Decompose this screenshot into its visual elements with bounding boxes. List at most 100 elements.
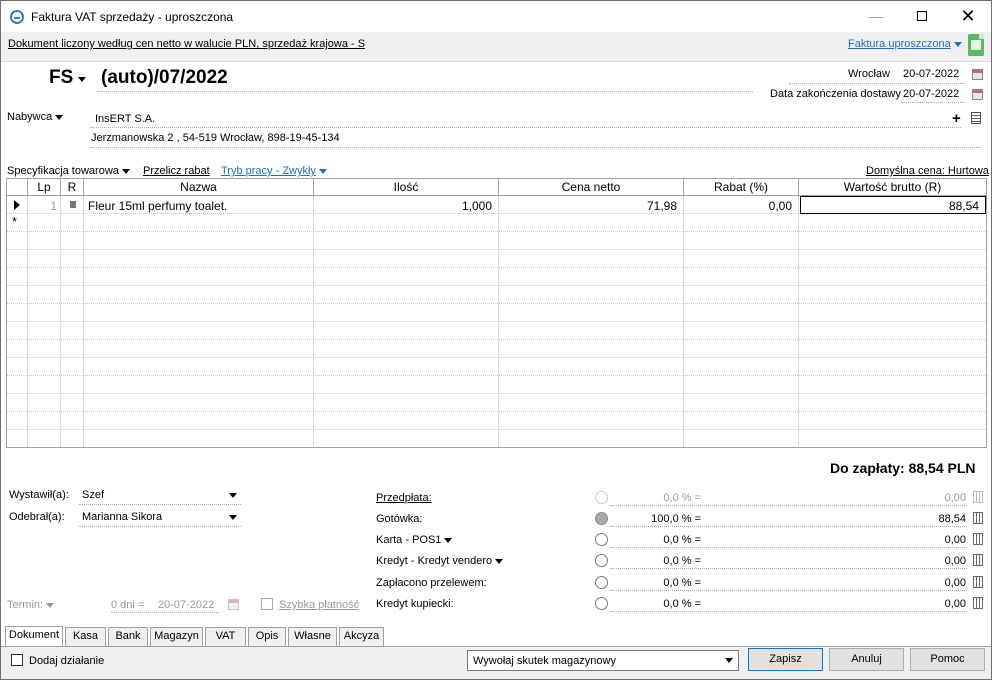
- column-header-qty[interactable]: Ilość: [314, 179, 499, 196]
- invoice-window: Faktura VAT sprzedaży - uproszczona — ✕ …: [0, 0, 992, 680]
- cash-radio[interactable]: [595, 512, 608, 525]
- divider: [611, 547, 967, 548]
- issue-date-field[interactable]: 20-07-2022: [903, 68, 959, 80]
- column-header-gross[interactable]: Wartość brutto (R): [799, 179, 986, 196]
- add-action-label[interactable]: Dodaj działanie: [29, 655, 104, 667]
- divider: [111, 612, 219, 613]
- recalc-discount-link[interactable]: Przelicz rabat: [143, 165, 210, 177]
- add-action-checkbox[interactable]: [11, 654, 23, 666]
- chevron-down-icon: [46, 602, 55, 608]
- calculator-icon[interactable]: [973, 533, 983, 545]
- chevron-down-icon[interactable]: [78, 77, 86, 82]
- cell-gross[interactable]: 88,54: [799, 199, 979, 213]
- term-date[interactable]: 20-07-2022: [158, 599, 214, 611]
- default-price-link[interactable]: Domyślna cena: Hurtowa: [866, 165, 989, 177]
- spec-dropdown[interactable]: Specyfikacja towarowa: [7, 165, 130, 177]
- calculation-mode-link[interactable]: Dokument liczony według cen netto w walu…: [8, 38, 365, 50]
- delivery-date-field[interactable]: 20-07-2022: [903, 88, 959, 100]
- tab-vat[interactable]: VAT: [205, 627, 246, 646]
- divider: [611, 526, 967, 527]
- info-bar: Dokument liczony według cen netto w walu…: [1, 32, 991, 62]
- maximize-button[interactable]: [899, 1, 945, 32]
- tab-bank[interactable]: Bank: [108, 627, 148, 646]
- tab-akcyza[interactable]: Akcyza: [339, 627, 384, 646]
- transfer-pct[interactable]: 0,0 % =: [611, 577, 701, 589]
- quick-payment-label[interactable]: Szybka płatność: [279, 599, 359, 611]
- cell-discount[interactable]: 0,00: [684, 199, 792, 213]
- prepayment-pct[interactable]: 0,0 % =: [611, 492, 701, 504]
- tab-dokument[interactable]: Dokument: [5, 626, 63, 647]
- card-radio[interactable]: [595, 533, 608, 546]
- save-button[interactable]: Zapisz: [748, 648, 823, 671]
- excel-icon[interactable]: [968, 34, 984, 56]
- warehouse-effect-select[interactable]: Wywołaj skutek magazynowy: [467, 650, 739, 671]
- add-icon[interactable]: +: [952, 110, 961, 127]
- credit-radio[interactable]: [595, 554, 608, 567]
- close-button[interactable]: ✕: [945, 1, 991, 32]
- tab-wlasne[interactable]: Własne: [288, 627, 337, 646]
- column-header-r[interactable]: R: [61, 179, 84, 196]
- table-row: [7, 358, 986, 376]
- buyer-name[interactable]: InsERT S.A.: [95, 113, 155, 125]
- calculator-icon[interactable]: [973, 554, 983, 566]
- calculator-icon[interactable]: [973, 512, 983, 524]
- divider: [91, 147, 981, 148]
- issued-by-combo[interactable]: Szef: [79, 487, 241, 505]
- transfer-radio[interactable]: [595, 576, 608, 589]
- column-header-price[interactable]: Cena netto: [499, 179, 684, 196]
- prepayment-amount[interactable]: 0,00: [711, 492, 966, 504]
- spec-label: Specyfikacja towarowa: [7, 165, 119, 177]
- calculator-icon[interactable]: [973, 491, 983, 503]
- calculator-icon[interactable]: [973, 576, 983, 588]
- calculator-icon[interactable]: [973, 597, 983, 609]
- document-number[interactable]: (auto)/07/2022: [101, 67, 228, 89]
- buyer-label-dropdown[interactable]: Nabywca: [7, 111, 64, 123]
- cash-pct[interactable]: 100,0 % =: [611, 513, 701, 525]
- column-header-discount[interactable]: Rabat (%): [684, 179, 799, 196]
- credit-pct[interactable]: 0,0 % =: [611, 555, 701, 567]
- transfer-amount[interactable]: 0,00: [711, 577, 966, 589]
- divider: [611, 590, 967, 591]
- calendar-icon[interactable]: [228, 599, 239, 610]
- tab-kasa[interactable]: Kasa: [65, 627, 106, 646]
- card-dropdown[interactable]: Karta - POS1: [376, 534, 453, 546]
- credit-amount[interactable]: 0,00: [711, 555, 966, 567]
- tab-opis[interactable]: Opis: [248, 627, 286, 646]
- calendar-icon[interactable]: [972, 69, 983, 80]
- cell-qty[interactable]: 1,000: [314, 199, 492, 213]
- quick-payment-checkbox[interactable]: [261, 598, 273, 610]
- calendar-icon[interactable]: [972, 89, 983, 100]
- prepayment-radio[interactable]: [595, 491, 608, 504]
- received-by-combo[interactable]: Marianna Sikora: [79, 509, 241, 527]
- trade-credit-pct[interactable]: 0,0 % =: [611, 598, 701, 610]
- cash-amount[interactable]: 88,54: [711, 513, 966, 525]
- prepayment-label[interactable]: Przedpłata:: [376, 492, 432, 504]
- work-mode-dropdown[interactable]: Tryb pracy - Zwykły: [221, 165, 327, 177]
- card-pct[interactable]: 0,0 % =: [611, 534, 701, 546]
- trade-credit-radio[interactable]: [595, 597, 608, 610]
- cell-lp[interactable]: 1: [28, 199, 57, 213]
- delivery-date-label: Data zakończenia dostawy: [770, 88, 901, 100]
- doc-type-dropdown[interactable]: Faktura uproszczona: [848, 38, 962, 50]
- cell-price[interactable]: 71,98: [499, 199, 677, 213]
- title-bar[interactable]: Faktura VAT sprzedaży - uproszczona — ✕: [1, 1, 991, 32]
- term-days[interactable]: 0 dni =: [111, 599, 144, 611]
- term-dropdown[interactable]: Termin:: [7, 599, 55, 611]
- cancel-button[interactable]: Anuluj: [829, 648, 904, 671]
- trade-credit-amount[interactable]: 0,00: [711, 598, 966, 610]
- issue-place[interactable]: Wrocław: [848, 68, 890, 80]
- list-icon[interactable]: [971, 112, 981, 124]
- column-header-name[interactable]: Nazwa: [84, 179, 314, 196]
- warehouse-effect-value: Wywołaj skutek magazynowy: [473, 655, 616, 667]
- help-button[interactable]: Pomoc: [910, 648, 985, 671]
- credit-dropdown[interactable]: Kredyt - Kredyt vendero: [376, 555, 504, 567]
- minimize-button[interactable]: —: [853, 1, 899, 32]
- cell-name[interactable]: Fleur 15ml perfumy toalet.: [88, 199, 227, 213]
- items-grid[interactable]: Lp R Nazwa Ilość Cena netto Rabat (%) Wa…: [6, 178, 987, 448]
- series-selector[interactable]: FS: [49, 67, 73, 89]
- card-amount[interactable]: 0,00: [711, 534, 966, 546]
- tab-magazyn[interactable]: Magazyn: [150, 627, 203, 646]
- table-row[interactable]: [7, 214, 986, 232]
- column-header-lp[interactable]: Lp: [28, 179, 61, 196]
- column-header-indicator: [7, 179, 28, 196]
